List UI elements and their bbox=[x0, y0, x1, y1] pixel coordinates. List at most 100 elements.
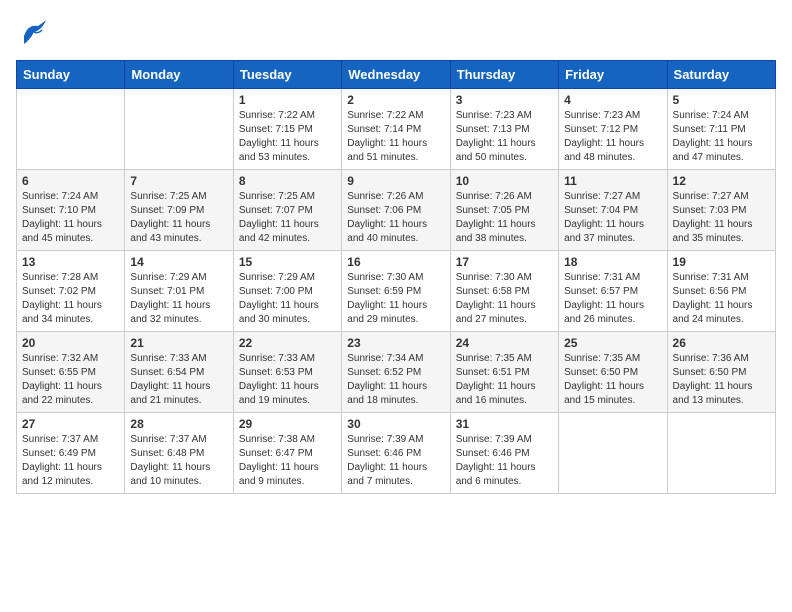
calendar-table: SundayMondayTuesdayWednesdayThursdayFrid… bbox=[16, 60, 776, 494]
weekday-header: Sunday bbox=[17, 61, 125, 89]
cell-info: Sunrise: 7:31 AMSunset: 6:56 PMDaylight:… bbox=[673, 271, 770, 327]
calendar-cell: 17Sunrise: 7:30 AMSunset: 6:58 PMDayligh… bbox=[450, 251, 558, 332]
cell-info: Sunrise: 7:30 AMSunset: 6:58 PMDaylight:… bbox=[456, 271, 553, 327]
calendar-cell bbox=[125, 89, 233, 170]
cell-info: Sunrise: 7:22 AMSunset: 7:14 PMDaylight:… bbox=[347, 109, 444, 165]
calendar-cell: 31 Sunrise: 7:39 AMSunset: 6:46 PMDayligh… bbox=[450, 413, 558, 494]
cell-info: Sunrise: 7:30 AMSunset: 6:59 PMDaylight:… bbox=[347, 271, 444, 327]
day-number: 29 bbox=[239, 417, 336, 431]
cell-info: Sunrise: 7:37 AMSunset: 6:48 PMDaylight:… bbox=[130, 433, 227, 489]
cell-info: Sunrise: 7:34 AMSunset: 6:52 PMDaylight:… bbox=[347, 352, 444, 408]
calendar-cell: 1Sunrise: 7:22 AMSunset: 7:15 PMDaylight… bbox=[233, 89, 341, 170]
calendar-cell: 27Sunrise: 7:37 AMSunset: 6:49 PMDayligh… bbox=[17, 413, 125, 494]
day-number: 27 bbox=[22, 417, 119, 431]
day-number: 7 bbox=[130, 174, 227, 188]
calendar-cell: 21 Sunrise: 7:33 AMSunset: 6:54 PMDayligh… bbox=[125, 332, 233, 413]
day-number: 22 bbox=[239, 336, 336, 350]
calendar-cell: 24 Sunrise: 7:35 AMSunset: 6:51 PMDayligh… bbox=[450, 332, 558, 413]
cell-info: Sunrise: 7:23 AMSunset: 7:12 PMDaylight:… bbox=[564, 109, 661, 165]
calendar-cell: 6 Sunrise: 7:24 AMSunset: 7:10 PMDaylight… bbox=[17, 170, 125, 251]
calendar-cell: 7 Sunrise: 7:25 AMSunset: 7:09 PMDaylight… bbox=[125, 170, 233, 251]
cell-info: Sunrise: 7:29 AMSunset: 7:00 PMDaylight:… bbox=[239, 271, 336, 327]
cell-info: Sunrise: 7:29 AMSunset: 7:01 PMDaylight:… bbox=[130, 271, 227, 327]
day-number: 4 bbox=[564, 93, 661, 107]
calendar-cell: 18 Sunrise: 7:31 AMSunset: 6:57 PMDayligh… bbox=[559, 251, 667, 332]
calendar-cell: 16 Sunrise: 7:30 AMSunset: 6:59 PMDayligh… bbox=[342, 251, 450, 332]
day-number: 3 bbox=[456, 93, 553, 107]
calendar-cell: 8 Sunrise: 7:25 AMSunset: 7:07 PMDaylight… bbox=[233, 170, 341, 251]
day-number: 9 bbox=[347, 174, 444, 188]
calendar-cell: 30 Sunrise: 7:39 AMSunset: 6:46 PMDayligh… bbox=[342, 413, 450, 494]
weekday-header: Saturday bbox=[667, 61, 775, 89]
cell-info: Sunrise: 7:33 AMSunset: 6:53 PMDaylight:… bbox=[239, 352, 336, 408]
day-number: 26 bbox=[673, 336, 770, 350]
calendar-cell: 29 Sunrise: 7:38 AMSunset: 6:47 PMDayligh… bbox=[233, 413, 341, 494]
day-number: 11 bbox=[564, 174, 661, 188]
calendar-cell: 4 Sunrise: 7:23 AMSunset: 7:12 PMDaylight… bbox=[559, 89, 667, 170]
calendar-cell: 28 Sunrise: 7:37 AMSunset: 6:48 PMDayligh… bbox=[125, 413, 233, 494]
day-number: 30 bbox=[347, 417, 444, 431]
day-number: 12 bbox=[673, 174, 770, 188]
day-number: 6 bbox=[22, 174, 119, 188]
calendar-cell: 11Sunrise: 7:27 AMSunset: 7:04 PMDayligh… bbox=[559, 170, 667, 251]
day-number: 20 bbox=[22, 336, 119, 350]
calendar-cell: 25Sunrise: 7:35 AMSunset: 6:50 PMDayligh… bbox=[559, 332, 667, 413]
calendar-cell: 5 Sunrise: 7:24 AMSunset: 7:11 PMDaylight… bbox=[667, 89, 775, 170]
day-number: 18 bbox=[564, 255, 661, 269]
weekday-header: Thursday bbox=[450, 61, 558, 89]
day-number: 25 bbox=[564, 336, 661, 350]
cell-info: Sunrise: 7:24 AMSunset: 7:11 PMDaylight:… bbox=[673, 109, 770, 165]
day-number: 19 bbox=[673, 255, 770, 269]
day-number: 24 bbox=[456, 336, 553, 350]
calendar-week-row: 27Sunrise: 7:37 AMSunset: 6:49 PMDayligh… bbox=[17, 413, 776, 494]
cell-info: Sunrise: 7:36 AMSunset: 6:50 PMDaylight:… bbox=[673, 352, 770, 408]
logo bbox=[16, 16, 52, 48]
day-number: 31 bbox=[456, 417, 553, 431]
day-number: 2 bbox=[347, 93, 444, 107]
weekday-header: Tuesday bbox=[233, 61, 341, 89]
day-number: 5 bbox=[673, 93, 770, 107]
day-number: 14 bbox=[130, 255, 227, 269]
calendar-cell: 20 Sunrise: 7:32 AMSunset: 6:55 PMDayligh… bbox=[17, 332, 125, 413]
calendar-week-row: 13Sunrise: 7:28 AMSunset: 7:02 PMDayligh… bbox=[17, 251, 776, 332]
cell-info: Sunrise: 7:27 AMSunset: 7:03 PMDaylight:… bbox=[673, 190, 770, 246]
calendar-cell: 19 Sunrise: 7:31 AMSunset: 6:56 PMDayligh… bbox=[667, 251, 775, 332]
cell-info: Sunrise: 7:35 AMSunset: 6:51 PMDaylight:… bbox=[456, 352, 553, 408]
weekday-header: Monday bbox=[125, 61, 233, 89]
calendar-cell: 15Sunrise: 7:29 AMSunset: 7:00 PMDayligh… bbox=[233, 251, 341, 332]
cell-info: Sunrise: 7:32 AMSunset: 6:55 PMDaylight:… bbox=[22, 352, 119, 408]
cell-info: Sunrise: 7:25 AMSunset: 7:09 PMDaylight:… bbox=[130, 190, 227, 246]
calendar-cell: 3Sunrise: 7:23 AMSunset: 7:13 PMDaylight… bbox=[450, 89, 558, 170]
cell-info: Sunrise: 7:26 AMSunset: 7:05 PMDaylight:… bbox=[456, 190, 553, 246]
calendar-cell bbox=[17, 89, 125, 170]
calendar-cell: 22 Sunrise: 7:33 AMSunset: 6:53 PMDayligh… bbox=[233, 332, 341, 413]
day-number: 23 bbox=[347, 336, 444, 350]
weekday-header: Wednesday bbox=[342, 61, 450, 89]
cell-info: Sunrise: 7:33 AMSunset: 6:54 PMDaylight:… bbox=[130, 352, 227, 408]
page-header bbox=[16, 16, 776, 48]
day-number: 28 bbox=[130, 417, 227, 431]
calendar-cell: 12 Sunrise: 7:27 AMSunset: 7:03 PMDayligh… bbox=[667, 170, 775, 251]
calendar-cell: 9 Sunrise: 7:26 AMSunset: 7:06 PMDaylight… bbox=[342, 170, 450, 251]
cell-info: Sunrise: 7:39 AMSunset: 6:46 PMDaylight:… bbox=[456, 433, 553, 489]
day-number: 16 bbox=[347, 255, 444, 269]
calendar-cell: 14 Sunrise: 7:29 AMSunset: 7:01 PMDayligh… bbox=[125, 251, 233, 332]
calendar-cell: 13Sunrise: 7:28 AMSunset: 7:02 PMDayligh… bbox=[17, 251, 125, 332]
calendar-cell: 10Sunrise: 7:26 AMSunset: 7:05 PMDayligh… bbox=[450, 170, 558, 251]
cell-info: Sunrise: 7:26 AMSunset: 7:06 PMDaylight:… bbox=[347, 190, 444, 246]
calendar-week-row: 20 Sunrise: 7:32 AMSunset: 6:55 PMDayligh… bbox=[17, 332, 776, 413]
cell-info: Sunrise: 7:38 AMSunset: 6:47 PMDaylight:… bbox=[239, 433, 336, 489]
day-number: 21 bbox=[130, 336, 227, 350]
day-number: 13 bbox=[22, 255, 119, 269]
logo-bird-icon bbox=[16, 16, 48, 48]
calendar-cell bbox=[667, 413, 775, 494]
cell-info: Sunrise: 7:25 AMSunset: 7:07 PMDaylight:… bbox=[239, 190, 336, 246]
cell-info: Sunrise: 7:31 AMSunset: 6:57 PMDaylight:… bbox=[564, 271, 661, 327]
weekday-header: Friday bbox=[559, 61, 667, 89]
cell-info: Sunrise: 7:24 AMSunset: 7:10 PMDaylight:… bbox=[22, 190, 119, 246]
calendar-cell: 23 Sunrise: 7:34 AMSunset: 6:52 PMDayligh… bbox=[342, 332, 450, 413]
calendar-cell bbox=[559, 413, 667, 494]
calendar-cell: 2 Sunrise: 7:22 AMSunset: 7:14 PMDaylight… bbox=[342, 89, 450, 170]
cell-info: Sunrise: 7:39 AMSunset: 6:46 PMDaylight:… bbox=[347, 433, 444, 489]
day-number: 8 bbox=[239, 174, 336, 188]
